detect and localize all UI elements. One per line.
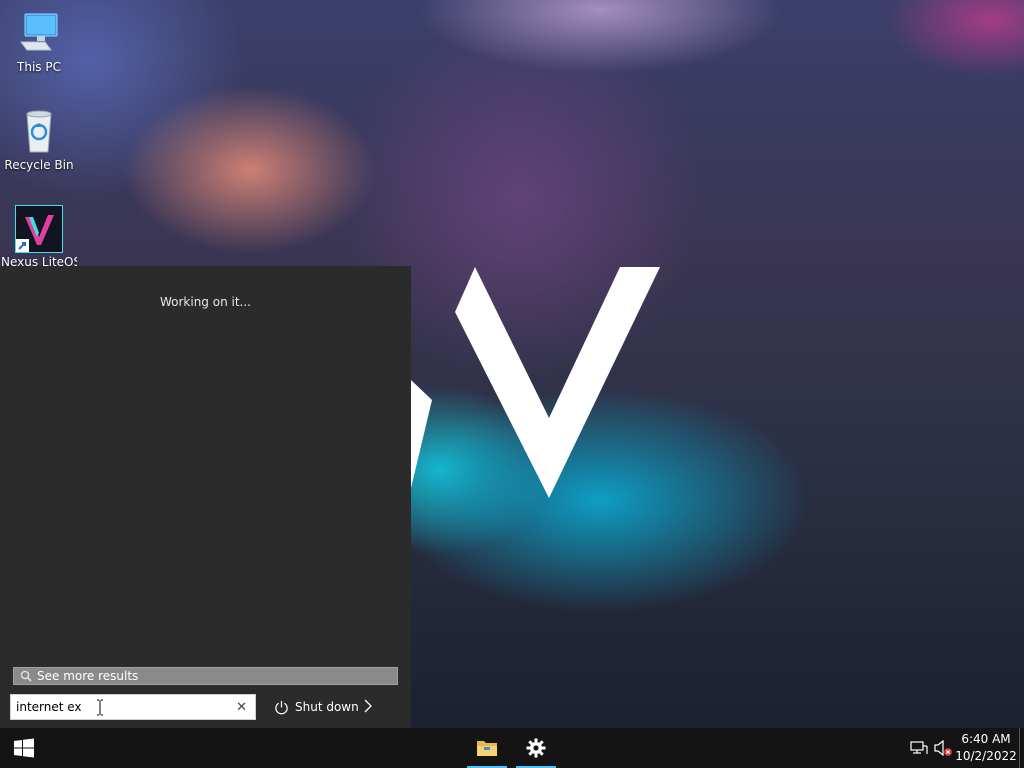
taskbar: 6:40 AM 10/2/2022 bbox=[0, 728, 1024, 768]
system-clock[interactable]: 6:40 AM 10/2/2022 bbox=[950, 731, 1022, 765]
nexus-liteos-icon bbox=[15, 205, 63, 253]
shutdown-label: Shut down bbox=[295, 700, 359, 714]
desktop-icon-label: This PC bbox=[17, 60, 61, 74]
clock-time: 6:40 AM bbox=[961, 732, 1011, 746]
computer-icon bbox=[15, 10, 63, 58]
search-icon bbox=[20, 670, 32, 682]
network-icon[interactable] bbox=[909, 738, 929, 758]
windows-logo-icon bbox=[14, 738, 34, 758]
taskbar-settings[interactable] bbox=[516, 728, 556, 768]
desktop-icon-nexus-liteos[interactable]: Nexus LiteOS bbox=[1, 205, 77, 269]
recycle-bin-icon bbox=[15, 108, 63, 156]
search-status-text: Working on it... bbox=[159, 295, 251, 309]
show-desktop-button[interactable] bbox=[1019, 728, 1020, 768]
desktop-icon-recycle-bin[interactable]: Recycle Bin bbox=[1, 108, 77, 172]
see-more-results-button[interactable]: See more results bbox=[13, 667, 398, 685]
shutdown-button[interactable]: Shut down bbox=[274, 697, 359, 717]
search-input-value: internet ex bbox=[16, 700, 82, 714]
power-icon bbox=[275, 700, 288, 714]
desktop-icon-this-pc[interactable]: This PC bbox=[1, 10, 77, 74]
file-explorer-icon bbox=[477, 741, 497, 756]
desktop-icon-label: Recycle Bin bbox=[4, 158, 74, 172]
taskbar-file-explorer[interactable] bbox=[467, 728, 507, 768]
see-more-results-label: See more results bbox=[37, 669, 139, 683]
chevron-right-icon[interactable] bbox=[363, 699, 373, 713]
text-cursor-icon bbox=[97, 699, 103, 716]
search-input[interactable]: internet ex ✕ bbox=[10, 694, 256, 720]
clock-date: 10/2/2022 bbox=[955, 749, 1017, 763]
settings-gear-icon bbox=[526, 738, 546, 758]
start-button[interactable] bbox=[0, 728, 48, 768]
start-menu: Working on it... See more results intern… bbox=[0, 266, 411, 728]
clear-search-icon[interactable]: ✕ bbox=[236, 700, 247, 715]
